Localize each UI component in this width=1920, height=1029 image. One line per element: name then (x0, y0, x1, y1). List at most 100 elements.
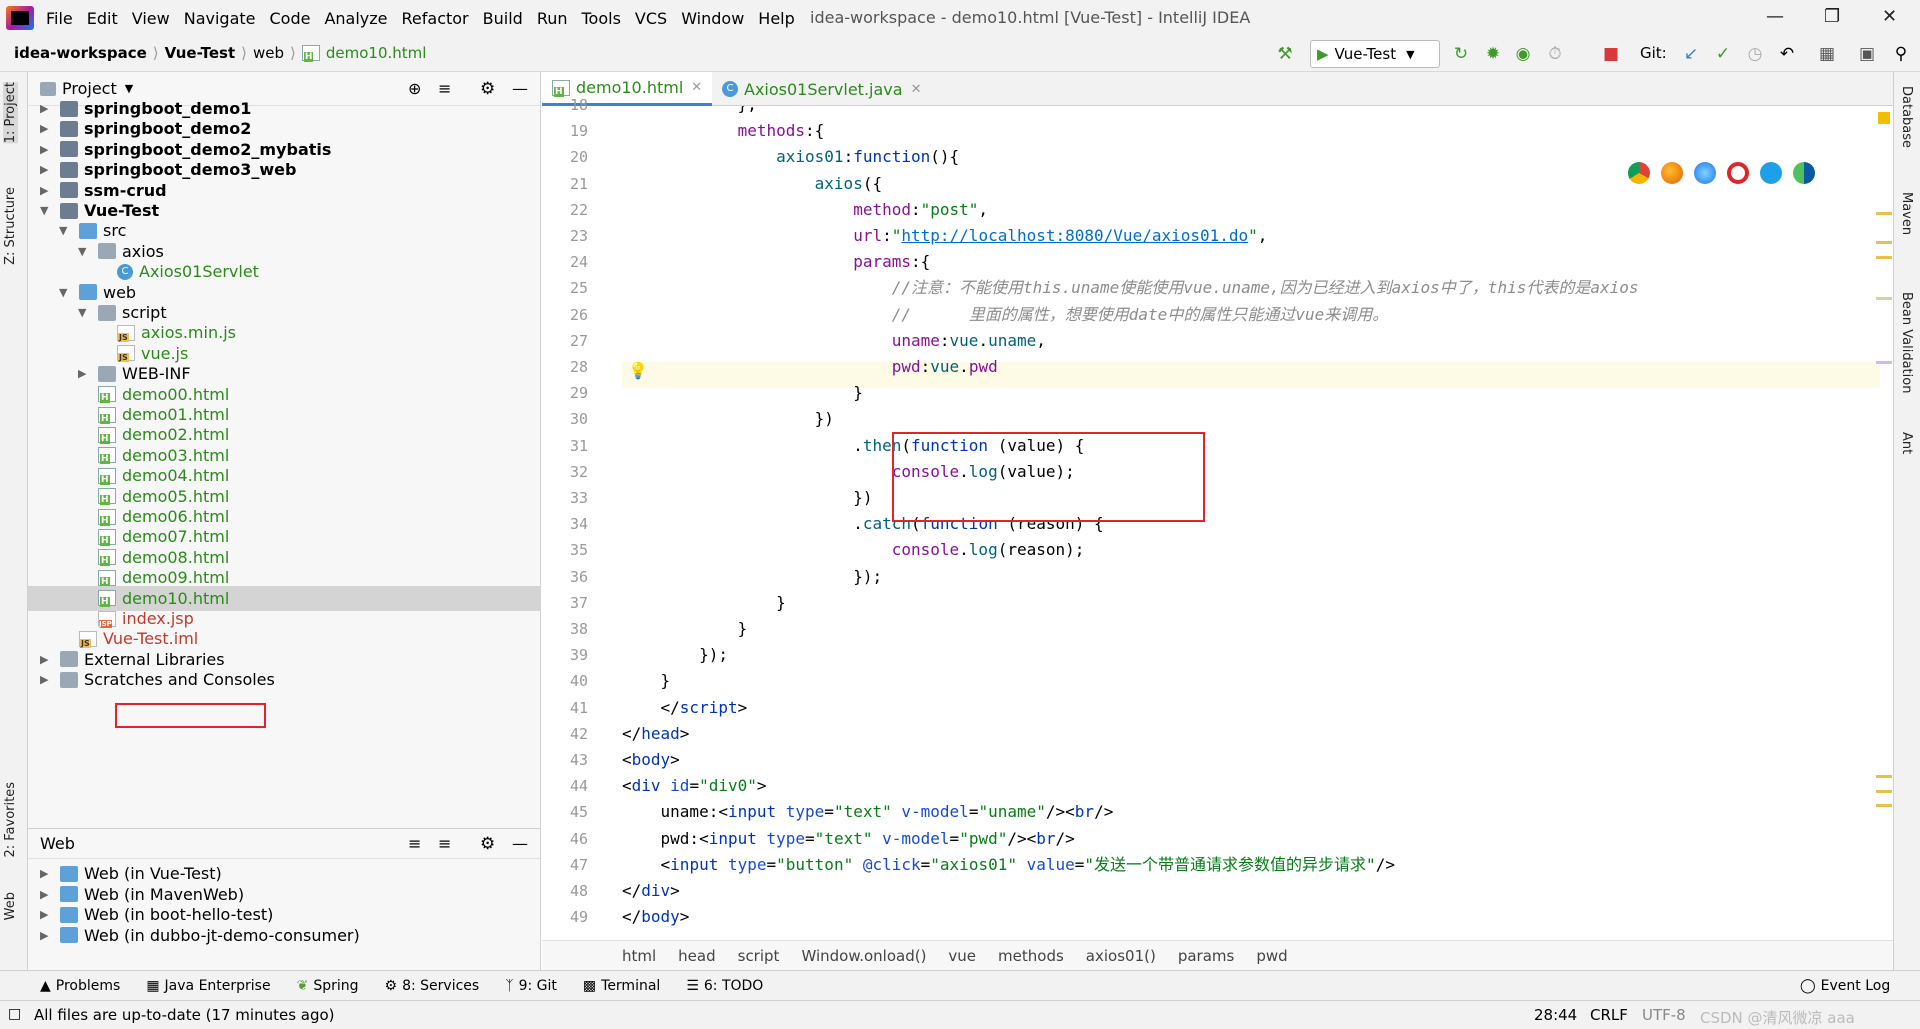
chevron-right-icon[interactable]: ▶ (40, 143, 54, 156)
debug-icon[interactable]: ✹ (1482, 43, 1504, 65)
menu-item-edit[interactable]: Edit (87, 9, 118, 28)
terminal-tool-tab[interactable]: ▩ Terminal (583, 978, 660, 994)
edge-icon[interactable] (1793, 162, 1815, 184)
bean-validation-tool-tab[interactable]: Bean Validation (1899, 292, 1914, 393)
web-tool-tab[interactable]: Web (3, 892, 18, 920)
tree-item[interactable]: ▶ Scratches and Consoles (28, 667, 541, 692)
rerun-icon[interactable]: ↻ (1450, 43, 1472, 65)
menu-item-file[interactable]: File (46, 9, 73, 28)
firefox-icon[interactable] (1661, 162, 1683, 184)
menu-item-code[interactable]: Code (270, 9, 311, 28)
git-rollback-icon[interactable]: ↶ (1776, 43, 1798, 65)
spring-tool-tab[interactable]: ❦ Spring (297, 978, 359, 994)
close-tab-icon[interactable]: ✕ (911, 82, 922, 97)
code-line[interactable]: } (622, 590, 786, 616)
code-line[interactable]: }) (622, 406, 834, 432)
search-icon[interactable]: ⚲ (1890, 43, 1912, 65)
menu-item-analyze[interactable]: Analyze (324, 9, 387, 28)
editor-breadcrumb-item[interactable]: vue (948, 947, 976, 965)
code-line[interactable]: params:{ (622, 249, 930, 275)
close-tab-icon[interactable]: ✕ (691, 80, 702, 95)
chevron-right-icon[interactable]: ▶ (40, 673, 54, 686)
database-tool-tab[interactable]: Database (1899, 86, 1914, 148)
menu-item-navigate[interactable]: Navigate (184, 9, 256, 28)
chevron-right-icon[interactable]: ▶ (40, 102, 54, 115)
chevron-right-icon[interactable]: ▶ (78, 367, 92, 380)
chevron-right-icon[interactable]: ▶ (40, 908, 54, 921)
profile-icon[interactable]: ⏱ (1544, 43, 1566, 65)
project-structure-icon[interactable]: ▦ (1816, 43, 1838, 65)
breadcrumb-folder[interactable]: web (253, 44, 284, 62)
minimize-icon[interactable]: — (1766, 6, 1784, 27)
git-commit-icon[interactable]: ✓ (1712, 43, 1734, 65)
code-line[interactable]: </div> (622, 878, 680, 904)
collapse-all-icon[interactable]: ≡ (438, 834, 451, 853)
change-marker[interactable] (1876, 361, 1892, 364)
code-line[interactable]: <input type="button" @click="axios01" va… (622, 852, 1395, 878)
restore-icon[interactable]: ❐ (1824, 6, 1840, 27)
file-encoding[interactable]: UTF-8 (1642, 1006, 1686, 1024)
status-toggle-icon[interactable]: □ (8, 1006, 21, 1022)
ant-tool-tab[interactable]: Ant (1899, 432, 1914, 454)
chrome-icon[interactable] (1628, 162, 1650, 184)
code-line[interactable]: </script> (622, 695, 748, 721)
event-log-tool-tab[interactable]: ◯ Event Log (1800, 978, 1890, 994)
services-tool-tab[interactable]: ⚙ 8: Services (385, 978, 480, 994)
code-line[interactable]: axios({ (622, 171, 882, 197)
git-history-icon[interactable]: ◷ (1744, 43, 1766, 65)
editor-breadcrumb-item[interactable]: head (678, 947, 715, 965)
code-line[interactable]: uname:vue.uname, (622, 328, 1046, 354)
todo-tool-tab[interactable]: ☰ 6: TODO (686, 978, 763, 994)
chevron-right-icon[interactable]: ▶ (40, 122, 54, 135)
editor-breadcrumb-item[interactable]: methods (998, 947, 1064, 965)
chevron-right-icon[interactable]: ▶ (40, 888, 54, 901)
safari-icon[interactable] (1694, 162, 1716, 184)
code-line[interactable]: }) (622, 485, 872, 511)
maven-tool-tab[interactable]: Maven (1899, 192, 1914, 235)
code-line[interactable]: methods:{ (622, 118, 825, 144)
code-line[interactable]: console.log(reason); (622, 537, 1085, 563)
git-tool-tab[interactable]: ᛉ 9: Git (505, 978, 557, 994)
warning-marker[interactable] (1876, 790, 1892, 793)
chevron-down-icon[interactable]: ▼ (59, 286, 73, 299)
code-line[interactable]: <div id="div0"> (622, 773, 767, 799)
menu-item-window[interactable]: Window (681, 9, 744, 28)
inspection-status-icon[interactable] (1878, 112, 1890, 124)
chevron-right-icon[interactable]: ▶ (40, 184, 54, 197)
menu-item-help[interactable]: Help (758, 9, 794, 28)
hide-icon[interactable]: — (512, 834, 528, 853)
caret-position[interactable]: 28:44 (1534, 1006, 1577, 1024)
menu-item-view[interactable]: View (132, 9, 170, 28)
editor-breadcrumb-item[interactable]: Window.onload() (801, 947, 926, 965)
problems-tool-tab[interactable]: ▲ Problems (40, 978, 120, 994)
code-line[interactable]: axios01:function(){ (622, 144, 959, 170)
menu-item-build[interactable]: Build (483, 9, 523, 28)
chevron-down-icon[interactable]: ▼ (59, 224, 73, 237)
structure-tool-tab[interactable]: Z: Structure (3, 187, 18, 265)
gear-icon[interactable]: ⚙ (480, 834, 495, 854)
project-tool-tab[interactable]: 1: Project (3, 82, 18, 144)
editor-breadcrumb-item[interactable]: axios01() (1086, 947, 1156, 965)
chevron-down-icon[interactable]: ▼ (40, 204, 54, 217)
code-line[interactable]: pwd:<input type="text" v-model="pwd"/><b… (622, 826, 1075, 852)
editor-breadcrumb-item[interactable]: html (622, 947, 656, 965)
code-line[interactable]: // 里面的属性，想要使用date中的属性只能通过vue来调用。 (622, 302, 1389, 328)
code-line[interactable]: }, (622, 106, 757, 118)
expand-all-icon[interactable]: ≡ (408, 834, 421, 853)
menu-item-vcs[interactable]: VCS (635, 9, 667, 28)
presentation-icon[interactable]: ▣ (1856, 43, 1878, 65)
web-list-item[interactable]: ▶ Web (in dubbo-jt-demo-consumer) (28, 923, 360, 948)
warning-marker[interactable] (1876, 241, 1892, 244)
build-hammer-icon[interactable]: ⚒ (1274, 43, 1296, 65)
close-icon[interactable]: ✕ (1882, 6, 1897, 27)
chevron-right-icon[interactable]: ▶ (40, 653, 54, 666)
code-editor[interactable]: }, methods:{ axios01:function(){ axios({… (622, 106, 1880, 940)
breadcrumb-file[interactable]: demo10.html (326, 44, 427, 62)
code-line[interactable]: url:"http://localhost:8080/Vue/axios01.d… (622, 223, 1267, 249)
chevron-down-icon[interactable]: ▼ (78, 306, 92, 319)
chevron-right-icon[interactable]: ▶ (40, 929, 54, 942)
code-line[interactable]: } (622, 668, 671, 694)
change-marker[interactable] (1876, 297, 1892, 300)
warning-marker[interactable] (1876, 804, 1892, 807)
coverage-icon[interactable]: ◉ (1512, 43, 1534, 65)
